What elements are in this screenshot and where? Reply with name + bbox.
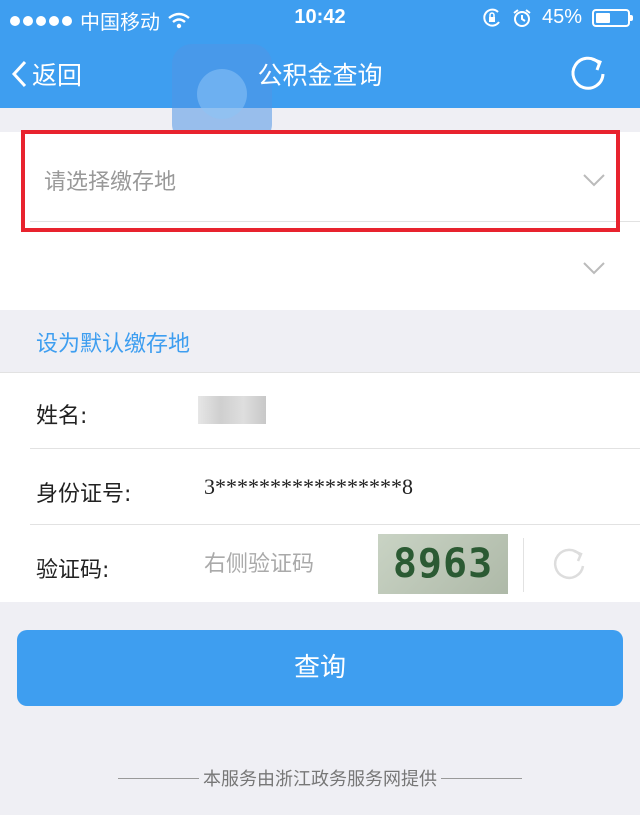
captcha-image[interactable]: 8963 (378, 534, 508, 594)
name-label: 姓名: (36, 404, 88, 429)
orientation-lock-icon (483, 8, 500, 27)
battery-fill (596, 12, 610, 23)
captcha-image-text: 8963 (392, 541, 494, 587)
query-button[interactable]: 查询 (17, 630, 623, 706)
captcha-label: 验证码: (36, 558, 110, 583)
divider (0, 372, 640, 373)
sub-location-select[interactable] (0, 222, 640, 310)
set-default-location-link[interactable]: 设为默认缴存地 (36, 326, 190, 358)
chevron-down-icon (583, 262, 605, 275)
nav-bar: 返回 公积金查询 (0, 38, 640, 144)
captcha-input[interactable] (204, 552, 374, 577)
id-number-value: 3*****************8 (204, 474, 413, 499)
divider (30, 524, 640, 525)
refresh-icon[interactable] (568, 54, 608, 94)
footer: 本服务由浙江政务服务网提供 (118, 766, 522, 790)
captcha-refresh-icon[interactable] (550, 546, 588, 584)
name-value-blurred (198, 396, 266, 424)
battery-percent: 45% (541, 6, 582, 28)
footer-text: 本服务由浙江政务服务网提供 (203, 769, 437, 790)
page-title: 公积金查询 (257, 61, 383, 90)
id-number-label: 身份证号: (36, 482, 132, 507)
captcha-divider (523, 538, 524, 592)
footer-line-right (441, 777, 522, 779)
battery-icon (592, 8, 633, 27)
alarm-icon (513, 8, 531, 27)
footer-line-left (118, 777, 199, 779)
highlight-box (21, 130, 620, 232)
status-bar: 中国移动 10:42 45% (0, 0, 640, 38)
divider (30, 448, 640, 449)
status-right: 45% (482, 6, 633, 29)
